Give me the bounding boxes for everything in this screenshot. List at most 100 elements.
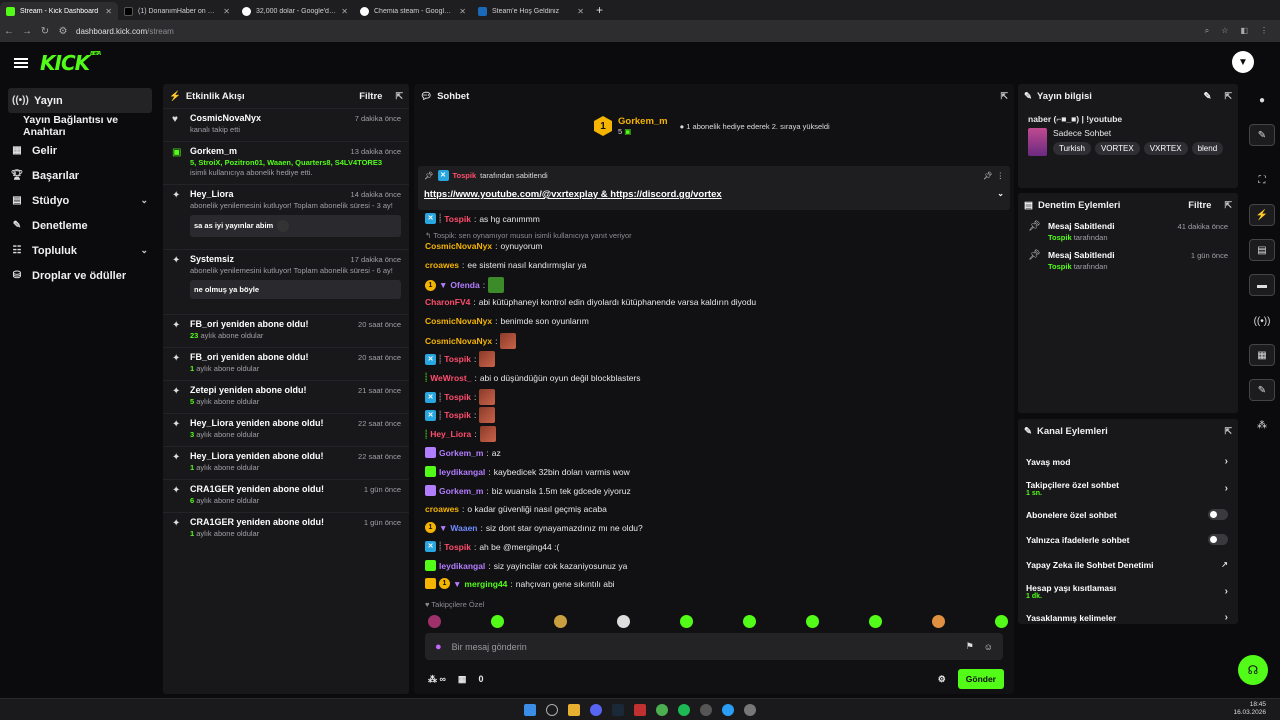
sidebar-item-denetleme[interactable]: ✎ Denetleme [0, 213, 160, 238]
banned-words-setting[interactable]: Yasaklanmış kelimeler › [1018, 605, 1238, 624]
hamburger-menu-icon[interactable] [14, 56, 28, 70]
pinned-link[interactable]: https://discord.gg/vortex [610, 189, 721, 200]
extension-icon[interactable]: ◧ [1240, 26, 1248, 36]
chat-username[interactable]: Tospik [444, 214, 471, 224]
app-icon[interactable] [700, 703, 712, 716]
moderation-user[interactable]: Tospik [1048, 233, 1072, 242]
moderation-user[interactable]: Tospik [1048, 262, 1072, 271]
user-avatar[interactable]: ▼ [1232, 51, 1254, 73]
file-explorer-icon[interactable] [568, 703, 580, 716]
close-icon[interactable]: ✕ [577, 7, 584, 16]
emote-icon[interactable] [491, 615, 504, 628]
more-options-icon[interactable]: ⋮ [997, 171, 1005, 180]
sidebar-item-stream-key[interactable]: Yayın Bağlantısı ve Anahtarı [0, 113, 160, 138]
browser-tab[interactable]: Steam'e Hoş Geldiniz ✕ [472, 2, 590, 20]
chat-username[interactable]: leydikangal [439, 561, 485, 571]
search-icon[interactable] [546, 703, 558, 716]
bookmark-star-icon[interactable]: ☆ [1221, 26, 1228, 36]
subscribers-only-toggle[interactable] [1208, 509, 1228, 520]
chat-username[interactable]: leydikangal [439, 467, 485, 477]
emote-icon[interactable] [428, 615, 441, 628]
spotify-icon[interactable] [678, 703, 690, 716]
emote-icon[interactable] [932, 615, 945, 628]
chat-username[interactable]: CosmicNovaNyx [425, 336, 492, 346]
popout-icon[interactable]: ⇱ [395, 91, 403, 102]
unpin-icon[interactable]: 📌︎ [983, 171, 993, 180]
system-clock[interactable]: 18:45 16.03.2026 [1233, 701, 1266, 718]
chat-username[interactable]: Gorkem_m [439, 486, 483, 496]
chevron-down-icon[interactable]: ⌄ [997, 189, 1004, 198]
sidebar-item-studyo[interactable]: ▤ Stüdyo ⌄ [0, 188, 160, 213]
back-icon[interactable]: ← [0, 26, 18, 37]
close-icon[interactable]: ✕ [223, 7, 230, 16]
account-age-setting[interactable]: Hesap yaşı kısıtlaması 1 dk. › [1018, 577, 1238, 605]
chat-username[interactable]: CharonFV4 [425, 297, 470, 307]
stream-category[interactable]: Sadece Sohbet [1053, 128, 1228, 138]
close-icon[interactable]: ✕ [341, 7, 348, 16]
pinned-by-user[interactable]: Tospik [453, 171, 477, 180]
chat-username[interactable]: Tospik [444, 410, 471, 420]
chat-username[interactable]: Gorkem_m [439, 448, 483, 458]
card-icon[interactable]: ▦ [1249, 344, 1275, 366]
chat-username[interactable]: merging44 [464, 579, 507, 589]
forward-icon[interactable]: → [18, 26, 36, 37]
chat-username[interactable]: Tospik [444, 354, 471, 364]
chat-username[interactable]: croawes [425, 504, 459, 514]
new-tab-button[interactable]: + [590, 3, 609, 17]
sidebar-item-basarilar[interactable]: 🏆︎ Başarılar [0, 163, 160, 188]
pinned-link[interactable]: https://www.youtube.com/@vxrtexplay [424, 189, 598, 200]
filter-button[interactable]: Filtre [1188, 200, 1211, 211]
support-headset-icon[interactable]: ☊ [1238, 655, 1268, 685]
popout-icon[interactable]: ⇱ [1224, 91, 1232, 102]
browser-tab[interactable]: Chemia steam - Google'da Ara✕ [354, 2, 472, 20]
popout-icon[interactable]: ⇱ [1000, 91, 1008, 102]
app-icon[interactable] [722, 703, 734, 716]
translate-icon[interactable]: ⚑ [966, 641, 974, 652]
sidebar-item-topluluk[interactable]: ☷ Topluluk ⌄ [0, 238, 160, 263]
filter-button[interactable]: Filtre [359, 91, 382, 102]
edit-pencil-icon[interactable]: ✎ [1249, 124, 1275, 146]
chat-username[interactable]: Tospik [444, 392, 471, 402]
chat-username[interactable]: WeWrost_ [430, 373, 471, 383]
reply-context[interactable]: ↰ Tospik: sen oynamıyor musun isimli kul… [425, 231, 632, 240]
chat-username[interactable]: CosmicNovaNyx [425, 316, 492, 326]
close-icon[interactable]: ✕ [105, 7, 112, 16]
chat-username[interactable]: CosmicNovaNyx [425, 241, 492, 251]
share-icon[interactable]: ⁂ [1249, 414, 1275, 436]
emotes-only-toggle[interactable] [1208, 534, 1228, 545]
chat-username[interactable]: Tospik [444, 542, 471, 552]
emote-icon[interactable] [995, 615, 1008, 628]
hero-user[interactable]: Gorkem_m [618, 116, 668, 127]
chat-username[interactable]: Waaen [450, 523, 477, 533]
chat-username[interactable]: Hey_Liora [430, 429, 471, 439]
loyalty-points-icon[interactable]: ⁂ ∞ [428, 674, 446, 685]
chrome-icon[interactable] [656, 703, 668, 716]
popout-icon[interactable]: ⇱ [1224, 200, 1232, 211]
emote-icon[interactable] [806, 615, 819, 628]
lightning-icon[interactable]: ⚡ [1249, 204, 1275, 226]
emoji-icon[interactable]: ☺ [984, 642, 993, 652]
reload-icon[interactable]: ↻ [36, 26, 54, 37]
chat-bubble-icon[interactable]: ▬ [1249, 274, 1275, 296]
steam-icon[interactable] [612, 703, 624, 716]
emote-icon[interactable] [743, 615, 756, 628]
send-button[interactable]: Gönder [957, 669, 1004, 689]
browser-tab[interactable]: Stream - Kick Dashboard ✕ [0, 2, 118, 20]
sidebar-item-droplar[interactable]: ⛁ Droplar ve ödüller [0, 263, 160, 288]
ai-moderation-setting[interactable]: Yapay Zeka ile Sohbet Denetimi ↗ [1018, 552, 1238, 577]
moderation-list-icon[interactable]: ▤ [1249, 239, 1275, 261]
edit-pencil-icon[interactable]: ✎ [1203, 91, 1211, 102]
site-info-icon[interactable]: ⚙ [54, 26, 72, 37]
wrench-icon[interactable]: ✎ [1249, 379, 1275, 401]
broadcast-icon[interactable]: ((•)) [1249, 310, 1275, 332]
popout-icon[interactable]: ⇱ [1224, 426, 1232, 437]
close-icon[interactable]: ✕ [459, 7, 466, 16]
sidebar-item-gelir[interactable]: ▦ Gelir [0, 138, 160, 163]
settings-gear-icon[interactable]: ⚙ [938, 674, 946, 685]
info-icon[interactable]: ● [1249, 89, 1275, 111]
sidebar-item-yayin[interactable]: ((•)) Yayın [8, 88, 152, 113]
chat-input[interactable]: ● Bir mesaj gönderin ⚑ ☺ [425, 633, 1003, 660]
browser-tab[interactable]: (1) DonanımHaber on X: "⚠️ Stea✕ [118, 2, 236, 20]
zoom-icon[interactable]: ⌕ [1205, 26, 1209, 36]
browser-tab[interactable]: 32,000 dolar - Google'da Ara✕ [236, 2, 354, 20]
